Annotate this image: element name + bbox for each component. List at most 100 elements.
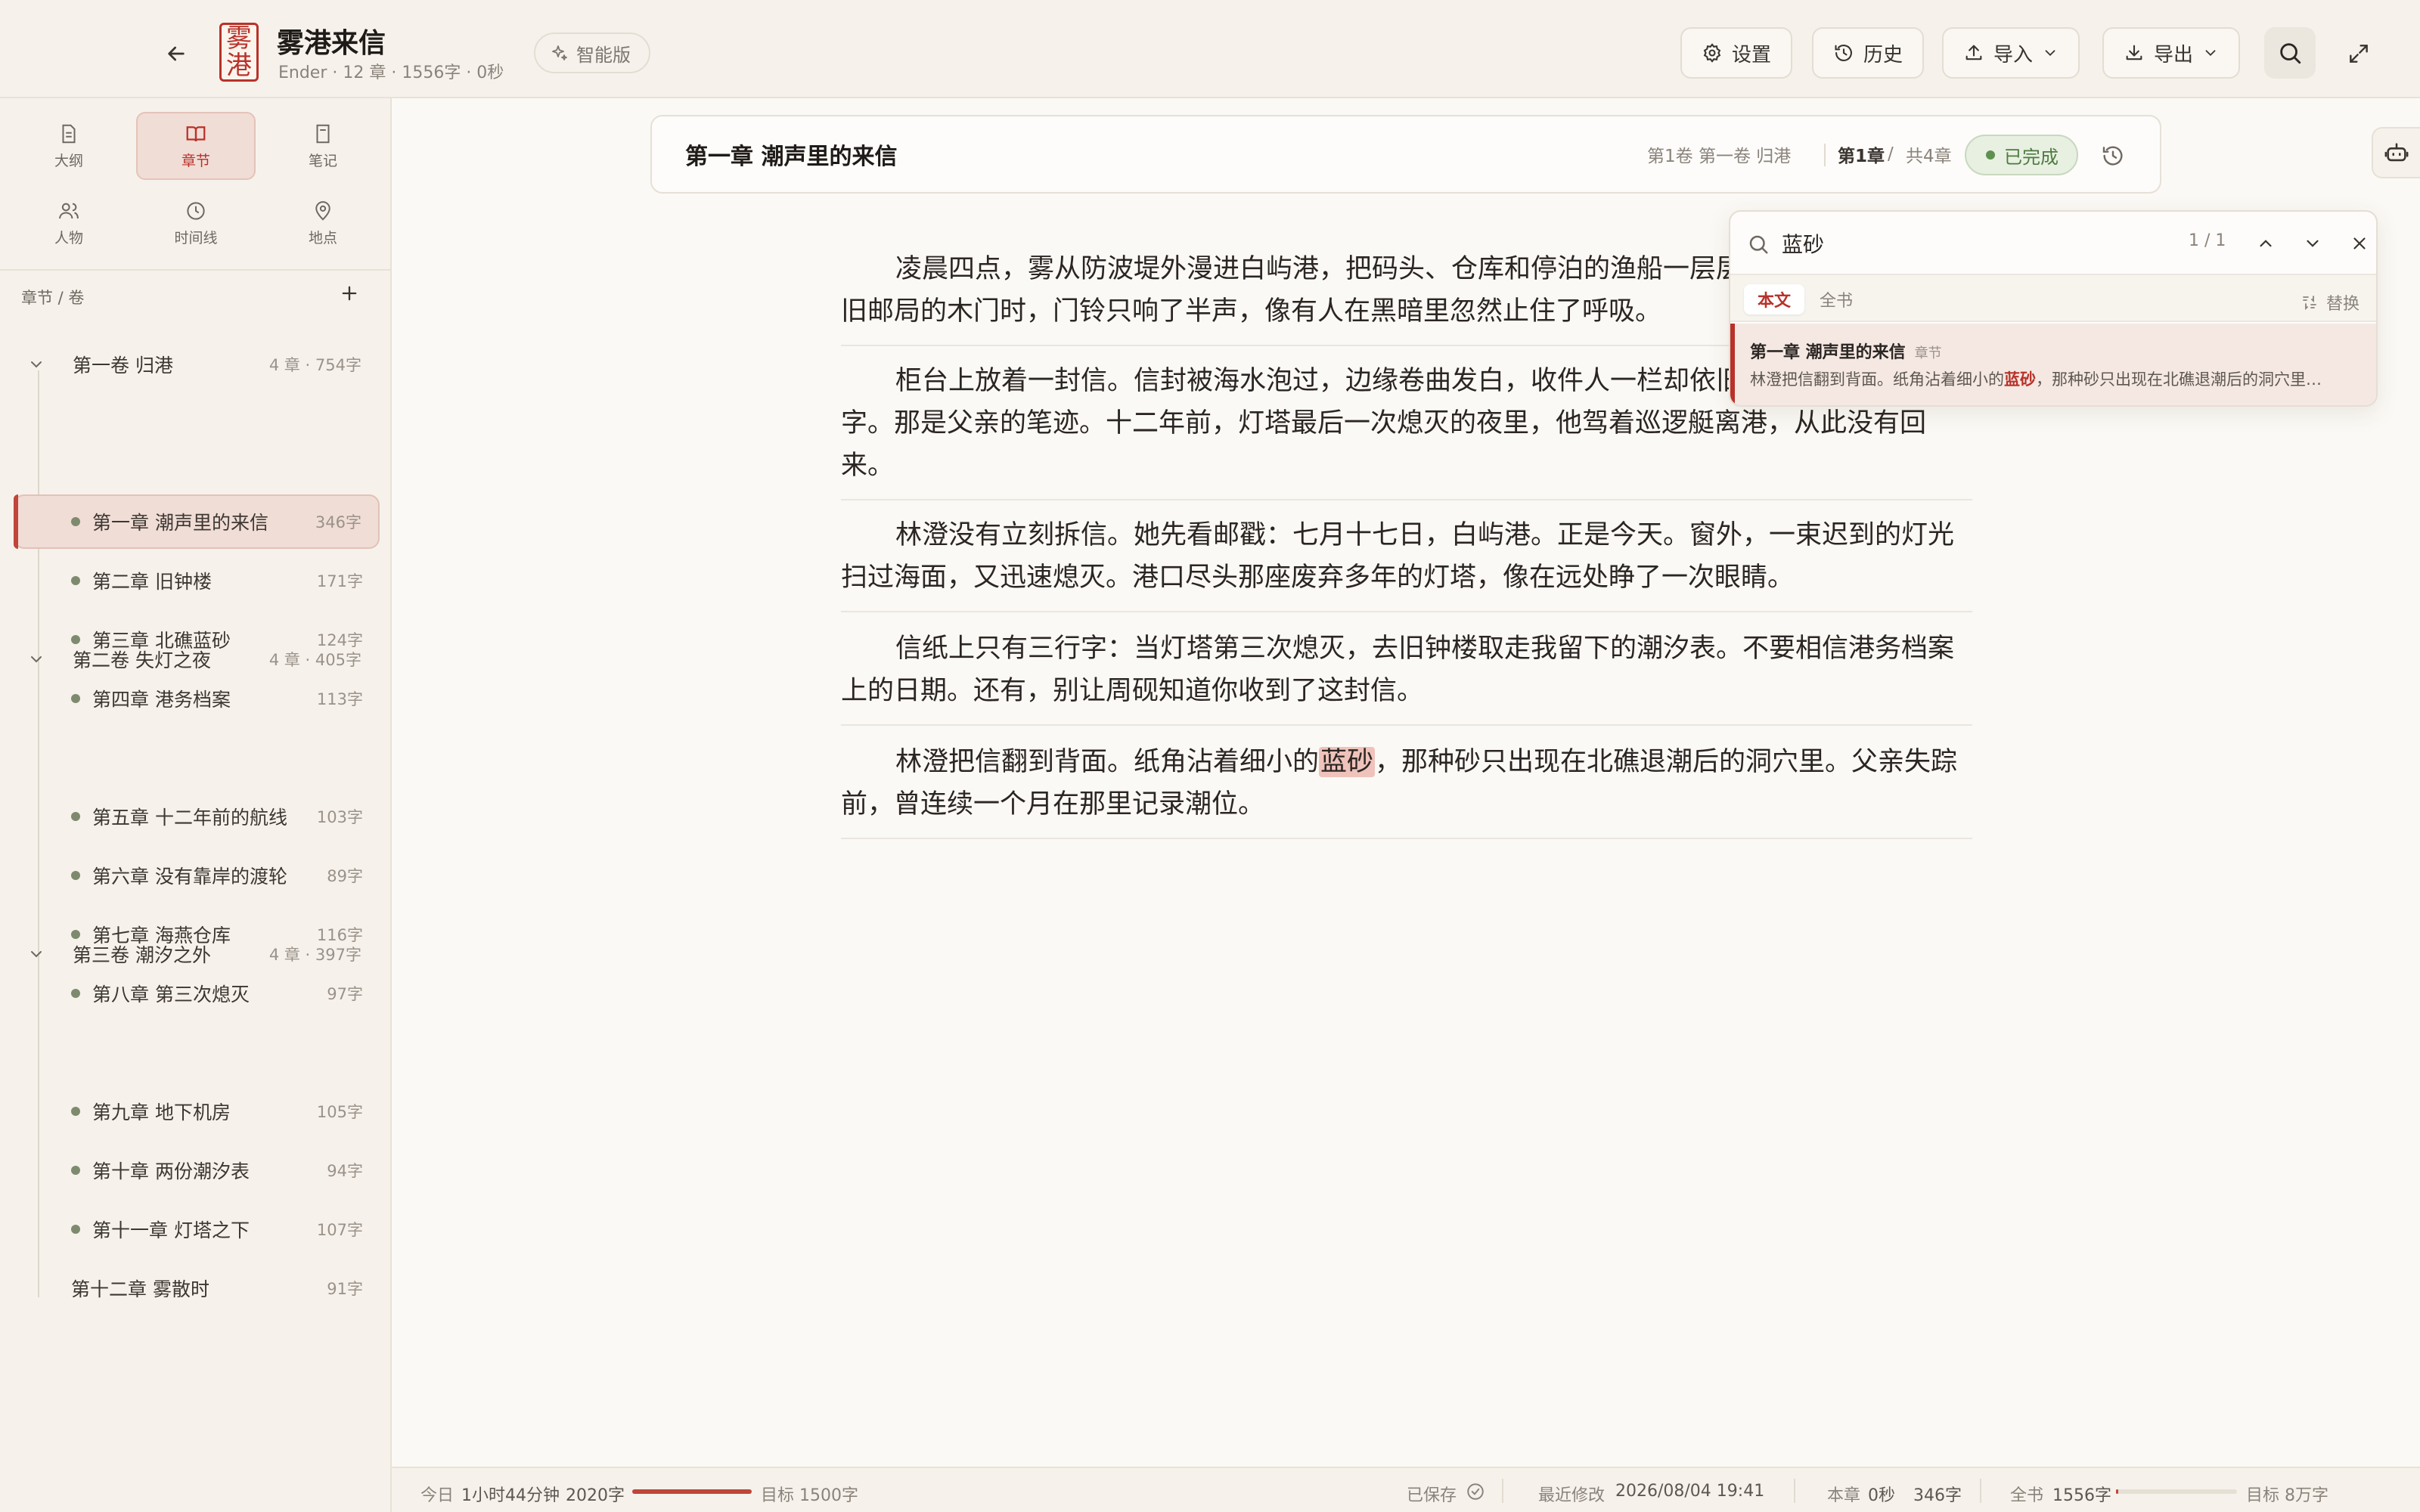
volume-name: 第三卷 潮汐之外 (73, 944, 211, 966)
search-input[interactable] (1782, 225, 2145, 262)
version-history-button[interactable] (2098, 141, 2128, 171)
chevron-down-icon (31, 656, 42, 663)
fullscreen-button[interactable] (2340, 35, 2378, 73)
volume-name: 第一卷 归港 (1699, 147, 1792, 166)
today-time: 1小时44分钟 (461, 1486, 560, 1505)
download-icon (2126, 45, 2142, 60)
history-button[interactable]: 历史 (1812, 27, 1925, 79)
note-icon (316, 124, 330, 143)
expand-icon (2350, 45, 2368, 63)
paragraph-text: 林澄把信翻到背面。纸角沾着细小的 (895, 747, 1320, 777)
book-label: 全书 (2010, 1486, 2044, 1505)
search-result-item[interactable]: 第一章 潮声里的来信 章节 林澄把信翻到背面。纸角沾着细小的蓝砂，那种砂只出现在北… (1730, 324, 2376, 405)
snippet-match: 蓝砂 (2004, 370, 2036, 389)
search-box: 1 / 1 (1730, 212, 2376, 275)
volume-row[interactable]: 第三卷 潮汐之外 4 章 · 397字 (0, 931, 392, 977)
chapter-number: 第1章 (1838, 147, 1885, 166)
chapter-item[interactable]: 第十章 两份潮汐表 94字 (17, 1143, 380, 1198)
next-match-button[interactable] (2299, 230, 2326, 257)
volume-row[interactable]: 第二卷 失灯之夜 4 章 · 405字 (0, 637, 392, 682)
replace-toggle[interactable]: 替换 (2301, 290, 2360, 314)
chapter-title[interactable]: 第一章 潮声里的来信 (685, 138, 897, 171)
chevron-up-icon (2260, 240, 2272, 247)
status-bar: 今日 1小时44分钟 2020字 目标 1500字 已保存 最近修改 2026/… (392, 1467, 2420, 1512)
today-words: 2020字 (566, 1486, 625, 1505)
chapter-name: 第十一章 灯塔之下 (92, 1219, 250, 1241)
divider (0, 269, 390, 271)
nav-chapters[interactable]: 章节 (136, 112, 256, 180)
ai-assistant-button[interactable] (2372, 127, 2420, 178)
volume-name: 第二卷 失灯之夜 (73, 649, 211, 671)
tab-current-chapter[interactable]: 本文 (1744, 284, 1805, 314)
close-icon (2353, 237, 2366, 249)
nav-characters[interactable]: 人物 (9, 189, 129, 257)
chapter-count: 94字 (327, 1162, 363, 1180)
volume-row[interactable]: 第一卷 归港 4 章 · 754字 (0, 342, 392, 387)
nav-timeline[interactable]: 时间线 (136, 189, 256, 257)
chapter-name: 第一章 潮声里的来信 (92, 512, 268, 534)
chapter-item[interactable]: 第九章 地下机房 105字 (17, 1084, 380, 1139)
document-icon (62, 124, 76, 143)
chapter-count: 113字 (316, 690, 363, 708)
chapter-item[interactable]: 第十二章 雾散时 91字 (17, 1261, 380, 1315)
close-search-button[interactable] (2346, 230, 2373, 257)
robot-icon (2384, 143, 2409, 162)
chapter-name: 第五章 十二年前的航线 (92, 807, 287, 829)
nav-notes[interactable]: 笔记 (263, 112, 383, 180)
book-title: 雾港来信 (277, 28, 386, 59)
paragraph[interactable]: 林澄没有立刻拆信。她先看邮戳：七月十七日，白屿港。正是今天。窗外，一束迟到的灯光… (841, 514, 1972, 612)
status-dot (71, 576, 80, 585)
export-button[interactable]: 导出 (2102, 27, 2241, 79)
import-button[interactable]: 导入 (1942, 27, 2080, 79)
status-dot (71, 1225, 80, 1234)
history-icon (2102, 146, 2123, 166)
chapter-count: 91字 (327, 1280, 363, 1298)
nav-locations[interactable]: 地点 (263, 189, 383, 257)
status-badge[interactable]: 已完成 (1965, 135, 2078, 175)
chapter-item[interactable]: 第五章 十二年前的航线 103字 (17, 789, 380, 844)
book-progress-fill (2116, 1489, 2119, 1494)
result-title: 第一章 潮声里的来信 章节 (1750, 343, 1942, 362)
smart-edition-badge[interactable]: 智能版 (534, 33, 650, 73)
previous-match-button[interactable] (2252, 230, 2279, 257)
today-progress-bar (632, 1489, 752, 1494)
today-label: 今日 (420, 1486, 455, 1505)
crumb-separator: / (1888, 144, 1894, 164)
search-match-highlight: 蓝砂 (1319, 747, 1376, 777)
chevron-down-icon (2205, 50, 2216, 57)
chevron-down-icon (31, 951, 42, 958)
status-dot (71, 871, 80, 880)
chapter-item[interactable]: 第六章 没有靠岸的渡轮 89字 (17, 848, 380, 903)
chapter-count: 89字 (327, 867, 363, 885)
sidebar: 大纲 章节 笔记 人物 时间线 地点 章节 / 卷 第一卷 归港 4 章 · 7… (0, 98, 392, 1512)
chapter-item[interactable]: 第十一章 灯塔之下 107字 (17, 1202, 380, 1256)
modified-label: 最近修改 (1538, 1486, 1606, 1505)
chevron-down-icon (2307, 240, 2319, 247)
chapter-item-active[interactable]: 第一章 潮声里的来信 346字 (14, 494, 380, 549)
search-icon (2280, 43, 2301, 64)
tab-whole-book[interactable]: 全书 (1806, 284, 1866, 314)
search-icon (1749, 235, 1768, 254)
chapter-header: 第一章 潮声里的来信 第1卷 第一卷 归港 第1章 / 共4章 已完成 (650, 115, 2161, 194)
book-logo: 雾 港 (219, 23, 259, 82)
history-icon (1835, 45, 1852, 61)
paragraph[interactable]: 林澄把信翻到背面。纸角沾着细小的蓝砂，那种砂只出现在北礁退潮后的洞穴里。父亲失踪… (841, 741, 1972, 839)
chapter-words: 346字 (1913, 1486, 1962, 1505)
back-button[interactable] (157, 35, 195, 73)
check-circle-icon (1467, 1483, 1484, 1500)
result-snippet: 林澄把信翻到背面。纸角沾着细小的蓝砂，那种砂只出现在北礁退潮后的洞穴里… (1750, 370, 2322, 389)
status-dot (71, 1166, 80, 1175)
search-button[interactable] (2264, 27, 2316, 79)
top-bar: 雾 港 雾港来信 Ender · 12 章 · 1556字 · 0秒 智能版 设… (0, 0, 2420, 98)
settings-button[interactable]: 设置 (1680, 27, 1793, 79)
paragraph[interactable]: 信纸上只有三行字：当灯塔第三次熄灭，去旧钟楼取走我留下的潮汐表。不要相信港务档案… (841, 627, 1972, 726)
divider (1980, 1479, 1981, 1503)
location-icon (315, 200, 330, 221)
chapter-name: 第六章 没有靠岸的渡轮 (92, 866, 287, 888)
chapter-name: 第二章 旧钟楼 (92, 571, 212, 593)
divider (1794, 1479, 1795, 1503)
add-chapter-button[interactable] (336, 280, 363, 307)
chapter-name: 第九章 地下机房 (92, 1101, 231, 1123)
chapter-item[interactable]: 第二章 旧钟楼 171字 (17, 553, 380, 608)
nav-outline[interactable]: 大纲 (9, 112, 129, 180)
